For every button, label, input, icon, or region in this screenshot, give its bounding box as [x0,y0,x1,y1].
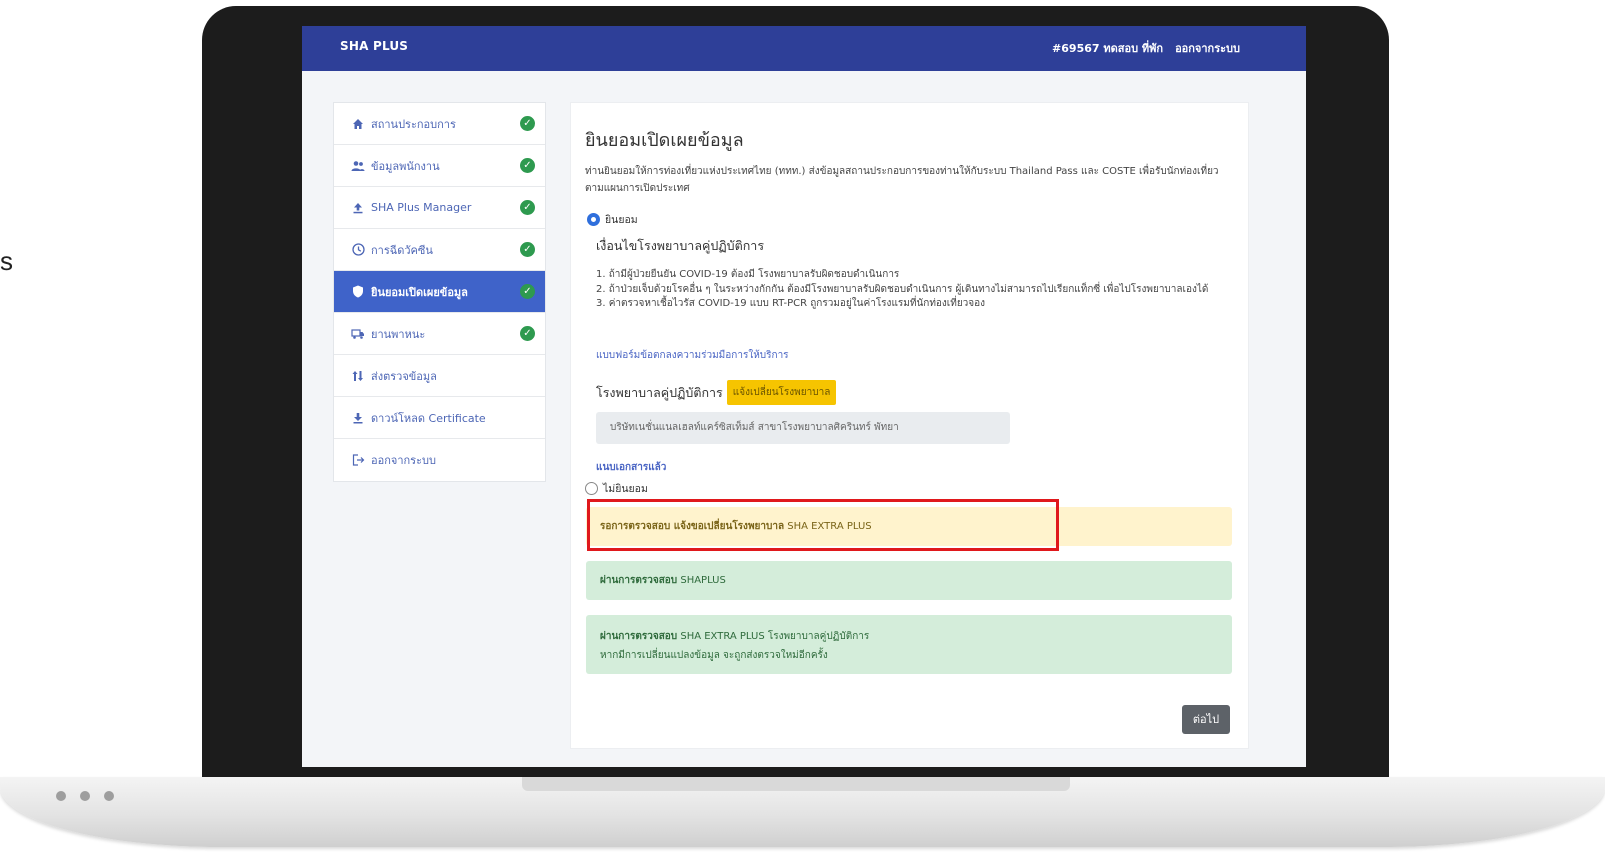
consent-label: ยินยอม [605,214,638,226]
sidebar-item-label: ดาวน์โหลด Certificate [371,411,486,425]
condition-item: 1. ถ้ามีผู้ป่วยยืนยัน COVID-19 ต้องมี โร… [596,269,900,280]
laptop-notch [522,777,1070,791]
sidebar-item-label: ออกจากระบบ [371,454,436,467]
brand-logo[interactable]: SHA PLUS [340,39,408,53]
check-circle-icon: ✓ [520,242,535,257]
top-navbar: SHA PLUS #69567 ทดสอบ ที่พัก ออกจากระบบ [302,26,1306,71]
dot [104,791,114,801]
user-name[interactable]: #69567 ทดสอบ ที่พัก [1052,39,1163,57]
sidebar-item-vehicle[interactable]: ยานพาหนะ ✓ [334,313,545,355]
clock-icon [351,243,365,257]
consent-panel: ยินยอมเปิดเผยข้อมูล ท่านยินยอมให้การท่อง… [570,102,1249,749]
agreement-form-link[interactable]: แบบฟอร์มข้อตกลงความร่วมมือการให้บริการ [596,348,789,363]
alert-text: SHAPLUS [680,575,726,586]
dot [56,791,66,801]
conditions-title: เงื่อนไขโรงพยาบาลคู่ปฏิบัติการ [596,238,765,253]
user-menu: #69567 ทดสอบ ที่พัก ออกจากระบบ [1052,39,1240,57]
check-circle-icon: ✓ [520,116,535,131]
check-circle-icon: ✓ [520,158,535,173]
attached-documents-link[interactable]: แนบเอกสารแล้ว [596,460,666,475]
condition-item: 2. ถ้าป่วยเจ็บด้วยโรคอื่น ๆ ในระหว่างกัก… [596,283,1209,295]
sidebar-item-establishment[interactable]: สถานประกอบการ ✓ [334,103,545,145]
logout-icon [351,453,365,467]
sidebar-item-vaccination[interactable]: การฉีดวัคซีน ✓ [334,229,545,271]
sidebar-item-staff[interactable]: ข้อมูลพนักงาน ✓ [334,145,545,187]
logout-link[interactable]: ออกจากระบบ [1175,39,1240,57]
partner-hospital-row: โรงพยาบาลคู่ปฏิบัติการ แจ้งเปลี่ยนโรงพยา… [596,380,837,405]
change-hospital-button[interactable]: แจ้งเปลี่ยนโรงพยาบาล [726,380,837,405]
partner-hospital-label: โรงพยาบาลคู่ปฏิบัติการ [596,384,723,400]
condition-item: 3. ค่าตรวจหาเชื้อไวรัส COVID-19 แบบ RT-P… [596,298,986,309]
download-icon [351,411,365,425]
highlight-box [587,499,1059,551]
page-title: ยินยอมเปิดเผยข้อมูล [585,130,744,151]
decline-radio[interactable] [585,482,598,495]
sidebar-item-label: สถานประกอบการ [371,117,456,131]
passed-sha-extra-plus-alert: ผ่านการตรวจสอบ SHA EXTRA PLUS โรงพยาบาลค… [586,615,1232,674]
partner-hospital-field: บริษัทเนชั่นแนลเฮลท์แคร์ซิสเท็มส์ สาขาโร… [596,412,1010,444]
sidebar-item-sha-manager[interactable]: SHA Plus Manager ✓ [334,187,545,229]
sidebar-item-logout[interactable]: ออกจากระบบ [334,439,545,481]
upload-icon [351,201,365,215]
sidebar-item-label: ยินยอมเปิดเผยข้อมูล [371,285,468,299]
passed-sha-plus-alert: ผ่านการตรวจสอบ SHAPLUS [586,561,1232,600]
sidebar-item-consent[interactable]: ยินยอมเปิดเผยข้อมูล ✓ [334,271,545,313]
laptop-dots [56,791,114,801]
alert-note: หากมีการเปลี่ยนแปลงข้อมูล จะถูกส่งตรวจให… [600,650,828,661]
check-circle-icon: ✓ [520,200,535,215]
next-button[interactable]: ต่อไป [1182,705,1230,734]
sidebar-menu: สถานประกอบการ ✓ ข้อมูลพนักงาน ✓ SHA Plus… [333,102,546,482]
sidebar-item-label: ยานพาหนะ [371,327,426,341]
shield-icon [351,285,365,299]
edge-letter: s [0,246,13,276]
sort-icon [351,369,365,383]
decline-label: ไม่ยินยอม [603,483,648,495]
intro-text: ท่านยินยอมให้การท่องเที่ยวแห่งประเทศไทย … [585,166,1219,194]
app-screen: SHA PLUS #69567 ทดสอบ ที่พัก ออกจากระบบ … [302,26,1306,767]
conditions-list: 1. ถ้ามีผู้ป่วยยืนยัน COVID-19 ต้องมี โร… [596,268,1236,312]
alert-status: ผ่านการตรวจสอบ [600,575,678,586]
users-icon [351,159,365,173]
sidebar-item-label: SHA Plus Manager [371,201,472,214]
sidebar-item-label: การฉีดวัคซีน [371,243,433,257]
decline-option[interactable]: ไม่ยินยอม [585,480,648,497]
check-circle-icon: ✓ [520,326,535,341]
laptop-base [0,777,1605,847]
alert-status: ผ่านการตรวจสอบ [600,631,678,642]
consent-option[interactable]: ยินยอม [587,211,638,228]
home-icon [351,117,365,131]
sidebar-item-label: ส่งตรวจข้อมูล [371,369,437,383]
check-circle-icon: ✓ [520,284,535,299]
sidebar-item-label: ข้อมูลพนักงาน [371,159,440,173]
sidebar-item-submit-review[interactable]: ส่งตรวจข้อมูล [334,355,545,397]
dot [80,791,90,801]
sidebar-item-download-certificate[interactable]: ดาวน์โหลด Certificate [334,397,545,439]
vehicle-icon [351,327,365,341]
consent-radio[interactable] [587,213,600,226]
alert-text: SHA EXTRA PLUS โรงพยาบาลคู่ปฏิบัติการ [680,631,870,642]
